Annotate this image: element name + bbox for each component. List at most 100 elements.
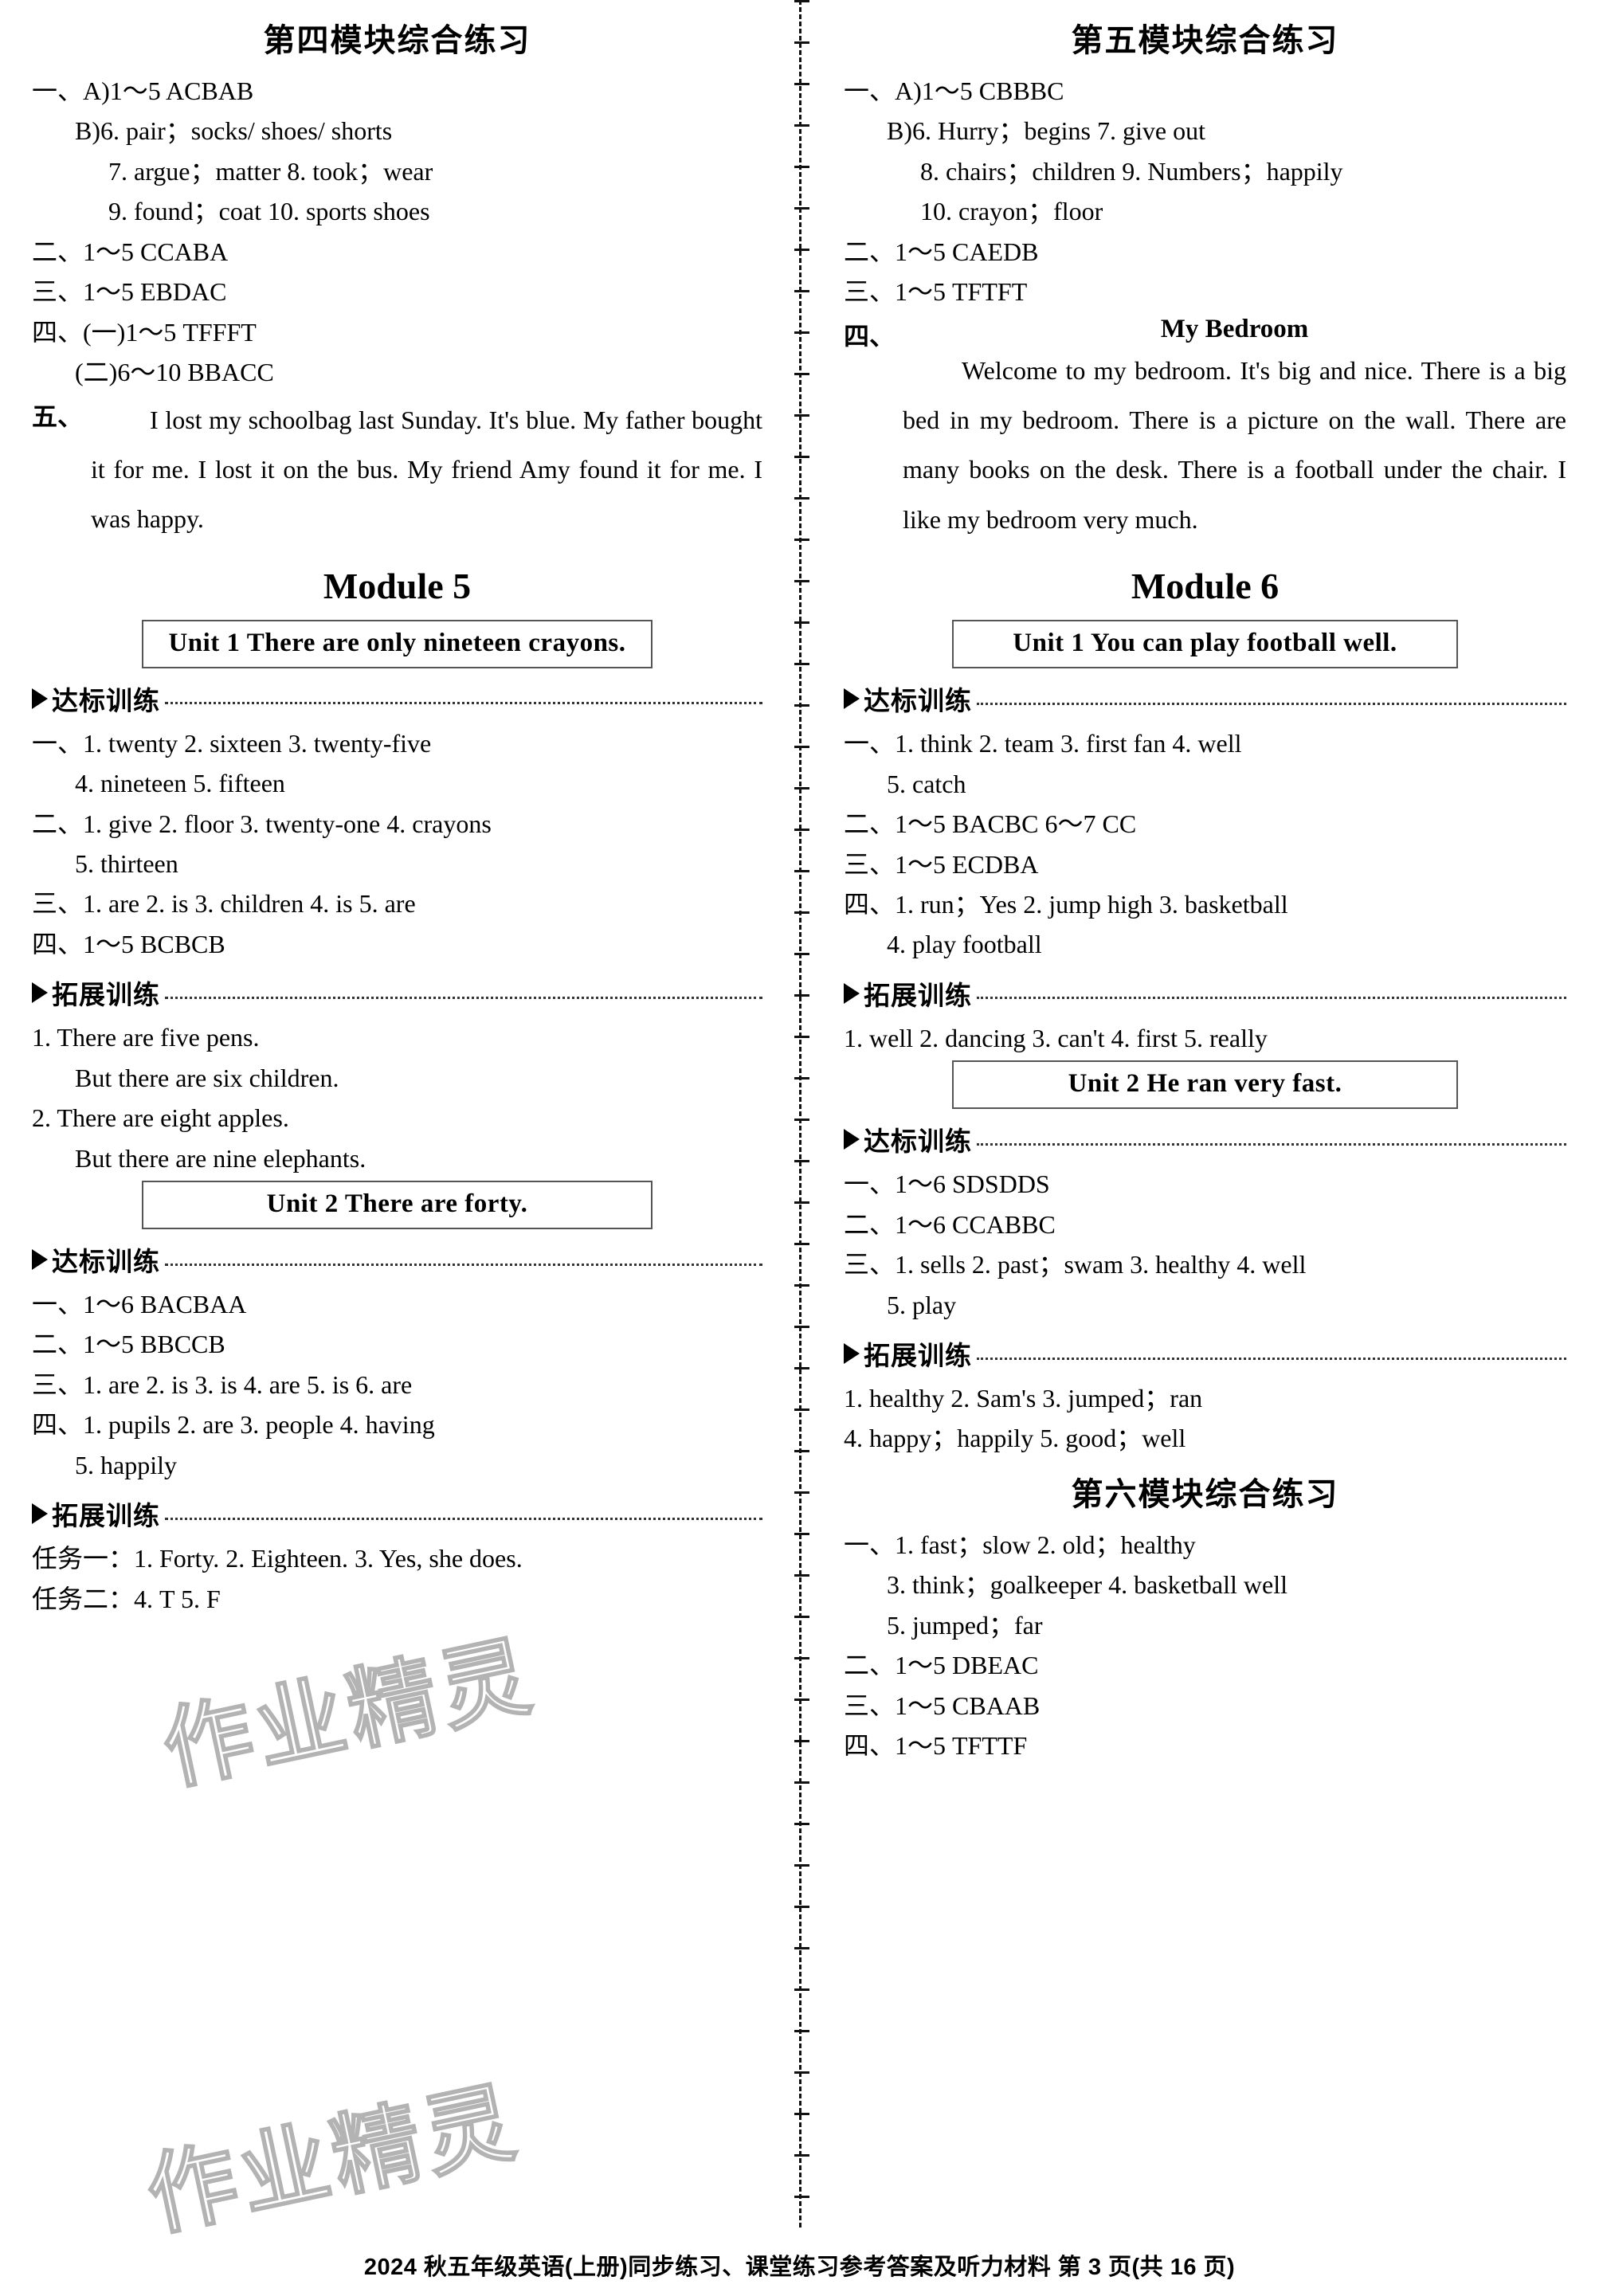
answer-line: B)6. Hurry；begins 7. give out [887, 116, 1205, 146]
answer-line: 三、1. are 2. is 3. is 4. are 5. is 6. are [32, 1369, 413, 1399]
answer-line: 一、1～6 BACBAA [32, 1290, 247, 1319]
module5-unit2-heading: Unit 2 There are forty. [141, 1181, 653, 1230]
answer-line: 一、1. fast；slow 2. old；healthy [844, 1530, 1196, 1559]
answer-key-page: 第四模块综合练习 一、A)1～5 ACBAB B)6. pair；socks/ s… [0, 0, 1599, 2296]
module4-answers: 一、A)1～5 ACBAB B)6. pair；socks/ shoes/ sho… [32, 73, 762, 391]
module5-unit2-tuozhan-answers: 任务一：1. Forty. 2. Eighteen. 3. Yes, she d… [32, 1541, 762, 1617]
module5-unit1-tuozhan-answers: 1. There are five pens. But there are six… [32, 1020, 762, 1177]
answer-line: 三、1. sells 2. past；swam 3. healthy 4. we… [844, 1250, 1307, 1279]
dotted-rule [977, 702, 1566, 705]
triangle-bullet-icon [844, 1343, 860, 1364]
answer-line: 二、1～5 BBCCB [32, 1330, 225, 1359]
triangle-bullet-icon [844, 1129, 860, 1150]
triangle-bullet-icon [844, 982, 860, 1004]
triangle-bullet-icon [32, 1503, 48, 1525]
dabiao-label: 达标训练 [52, 1247, 160, 1277]
answer-line: 三、1. are 2. is 3. children 4. is 5. are [32, 889, 416, 919]
module6-unit1-dabiao-answers: 一、1. think 2. team 3. first fan 4. well 5… [844, 726, 1566, 963]
answer-line: B)6. pair；socks/ shoes/ shorts [75, 116, 393, 146]
tuozhan-training-header: 拓展训练 [844, 1334, 1566, 1373]
answer-line: 二、1～5 BACBC 6～7 CC [844, 809, 1137, 839]
essay-title-my-bedroom: My Bedroom [1160, 314, 1309, 343]
triangle-bullet-icon [32, 982, 48, 1004]
answer-line: 5. happily [75, 1450, 177, 1479]
answer-line: 三、1～5 ECDBA [844, 849, 1039, 879]
dotted-rule [977, 997, 1566, 1000]
module4-essay-text: I lost my schoolbag last Sunday. It's bl… [91, 405, 762, 534]
answer-line: 三、1～5 TFTFT [844, 277, 1028, 307]
answer-line: 四、1～5 TFTTF [844, 1731, 1028, 1761]
module6-unit2-tuozhan-answers: 1. healthy 2. Sam's 3. jumped；ran 4. happ… [844, 1381, 1566, 1457]
module6-comprehensive-answers: 一、1. fast；slow 2. old；healthy 3. think；go… [844, 1527, 1566, 1765]
tuozhan-label: 拓展训练 [864, 980, 972, 1010]
answer-line: 三、1～5 EBDAC [32, 277, 227, 307]
module5-writing-answer: 四、 My Bedroom Welcome to my bedroom. It'… [844, 315, 1566, 545]
answer-line: 一、1. twenty 2. sixteen 3. twenty-five [32, 728, 432, 758]
answer-line: 8. chairs；children 9. Numbers；happily [920, 156, 1343, 186]
answer-line: 一、A)1～5 ACBAB [32, 76, 254, 105]
dotted-rule [165, 1517, 762, 1520]
dotted-rule [977, 1142, 1566, 1146]
tuozhan-label: 拓展训练 [864, 1341, 972, 1370]
triangle-bullet-icon [32, 688, 48, 709]
right-column: 第五模块综合练习 一、A)1～5 CBBBC B)6. Hurry；begins … [799, 0, 1598, 2223]
module6-unit2-heading: Unit 2 He ran very fast. [952, 1060, 1458, 1110]
module5-essay-text: Welcome to my bedroom. It's big and nice… [903, 355, 1566, 534]
answer-line: 5. play [887, 1290, 957, 1319]
dabiao-label: 达标训练 [52, 685, 160, 715]
module6-title: Module 6 [1131, 566, 1280, 607]
dabiao-training-header: 达标训练 [32, 680, 762, 718]
tuozhan-training-header: 拓展训练 [844, 974, 1566, 1013]
answer-line: 4. nineteen 5. fifteen [75, 769, 285, 798]
module5-unit1-heading: Unit 1 There are only nineteen crayons. [141, 619, 653, 668]
answer-line: 四、(一)1～5 TFFFT [32, 317, 257, 347]
answer-line: 1. There are five pens. [32, 1023, 260, 1052]
answer-line: 四、1. run；Yes 2. jump high 3. basketball [844, 889, 1288, 919]
module6-comprehensive-title: 第六模块综合练习 [1071, 1476, 1339, 1512]
answer-line: 5. catch [887, 769, 966, 798]
answer-line: 任务二：4. T 5. F [32, 1584, 221, 1613]
answer-line: 三、1～5 CBAAB [844, 1691, 1041, 1720]
answer-line: 四、1. pupils 2. are 3. people 4. having [32, 1410, 435, 1440]
module5-unit1-dabiao-answers: 一、1. twenty 2. sixteen 3. twenty-five 4. … [32, 726, 762, 963]
dotted-rule [165, 702, 762, 705]
answer-line: 二、1～5 DBEAC [844, 1651, 1039, 1680]
page-footer: 2024 秋五年级英语(上册)同步练习、课堂练习参考答案及听力材料 第 3 页(… [363, 2255, 1236, 2280]
dotted-rule [165, 996, 762, 999]
answer-line: 任务一：1. Forty. 2. Eighteen. 3. Yes, she d… [32, 1544, 523, 1573]
tuozhan-label: 拓展训练 [52, 1501, 160, 1531]
module6-unit1-tuozhan-answers: 1. well 2. dancing 3. can't 4. first 5. … [844, 1021, 1566, 1056]
answer-line: 四、1～5 BCBCB [32, 929, 225, 958]
answer-line: 一、1. think 2. team 3. first fan 4. well [844, 729, 1242, 758]
module5-title: Module 5 [323, 565, 472, 606]
tuozhan-label: 拓展训练 [52, 980, 160, 1010]
module5-comprehensive-title: 第五模块综合练习 [1071, 23, 1339, 58]
answer-line: 一、A)1～5 CBBBC [844, 76, 1064, 105]
triangle-bullet-icon [844, 688, 860, 710]
answer-line: 二、1～5 CAEDB [844, 237, 1039, 266]
exercise-marker-four: 四、 [844, 321, 896, 351]
answer-line: 4. happy；happily 5. good；well [844, 1424, 1186, 1453]
answer-line: 4. play football [887, 930, 1042, 959]
answer-line: But there are six children. [75, 1063, 339, 1092]
answer-line: 7. argue；matter 8. took；wear [108, 156, 433, 186]
left-column: 第四模块综合练习 一、A)1～5 ACBAB B)6. pair；socks/ s… [0, 0, 799, 2223]
module6-unit2-dabiao-answers: 一、1～6 SDSDDS 二、1～6 CCABBC 三、1. sells 2. pa… [844, 1166, 1566, 1323]
dabiao-label: 达标训练 [864, 1126, 972, 1157]
tuozhan-training-header: 拓展训练 [32, 1495, 762, 1533]
answer-line: (二)6～10 BBACC [75, 358, 274, 387]
dabiao-training-header: 达标训练 [32, 1240, 762, 1279]
dabiao-training-header: 达标训练 [844, 1120, 1566, 1158]
answer-line: 1. healthy 2. Sam's 3. jumped；ran [844, 1384, 1203, 1412]
answer-line: 二、1. give 2. floor 3. twenty-one 4. cray… [32, 809, 492, 838]
module6-unit1-heading: Unit 1 You can play football well. [952, 620, 1458, 669]
module5-answers: 一、A)1～5 CBBBC B)6. Hurry；begins 7. give o… [844, 73, 1566, 311]
answer-line: 9. found；coat 10. sports shoes [108, 197, 430, 226]
answer-line: 2. There are eight apples. [32, 1103, 289, 1133]
answer-line: 10. crayon；floor [920, 197, 1103, 226]
answer-line: 1. well 2. dancing 3. can't 4. first 5. … [844, 1023, 1268, 1052]
column-divider [794, 0, 809, 2227]
answer-line: But there are nine elephants. [75, 1143, 366, 1173]
tuozhan-training-header: 拓展训练 [32, 974, 762, 1012]
dabiao-training-header: 达标训练 [844, 680, 1566, 718]
